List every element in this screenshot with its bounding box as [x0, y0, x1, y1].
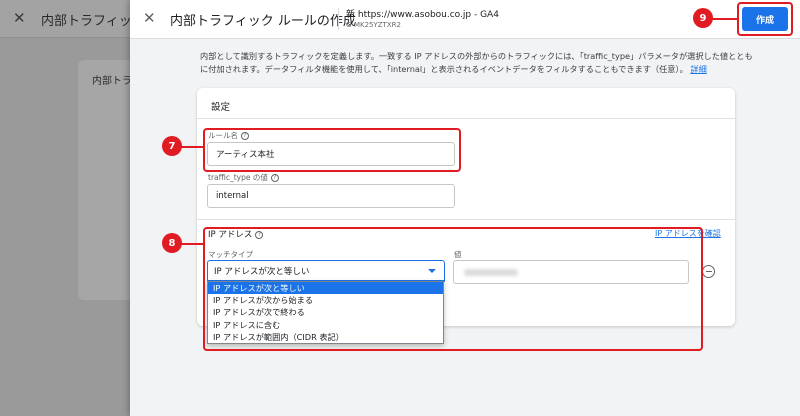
annotation-line	[180, 243, 204, 245]
property-name: 新 https://www.asobou.co.jp - GA4	[346, 10, 499, 20]
annotation-marker: 9	[693, 8, 713, 28]
panel-title: 内部トラフィック ルールの作成	[170, 14, 356, 29]
annotation-marker: 7	[162, 136, 182, 156]
highlight-ip-section	[203, 227, 703, 351]
close-icon[interactable]: ✕	[143, 9, 156, 27]
background-card-title: 内部トラ	[92, 76, 132, 87]
traffic-type-input[interactable]: internal	[207, 184, 455, 208]
help-icon[interactable]: ?	[270, 174, 279, 182]
create-rule-panel: ✕ 内部トラフィック ルールの作成 新 https://www.asobou.c…	[130, 0, 800, 416]
traffic-type-value: internal	[216, 191, 249, 201]
property-id: G-MK25YZTXR2	[346, 21, 401, 29]
description: 内部として識別するトラフィックを定義します。一致する IP アドレスの外部からの…	[200, 50, 760, 76]
settings-card-title: 設定	[211, 102, 231, 113]
annotation-marker: 8	[162, 233, 182, 253]
description-text: 内部として識別するトラフィックを定義します。一致する IP アドレスの外部からの…	[200, 51, 753, 74]
annotation-line	[712, 18, 738, 20]
divider	[197, 219, 735, 220]
background-header: ✕ 内部トラフィック	[0, 0, 145, 38]
background-card	[78, 60, 138, 300]
close-icon[interactable]: ✕	[13, 9, 26, 27]
divider	[197, 118, 735, 119]
annotation-line	[180, 146, 204, 148]
highlight-create-button	[737, 2, 793, 36]
highlight-rule-name	[203, 128, 461, 172]
learn-more-link[interactable]: 詳細	[690, 64, 706, 74]
header-divider	[338, 8, 339, 30]
traffic-type-label-text: traffic_type の値	[208, 173, 268, 182]
remove-circle-icon[interactable]	[702, 265, 715, 278]
traffic-type-label: traffic_type の値?	[208, 172, 279, 183]
